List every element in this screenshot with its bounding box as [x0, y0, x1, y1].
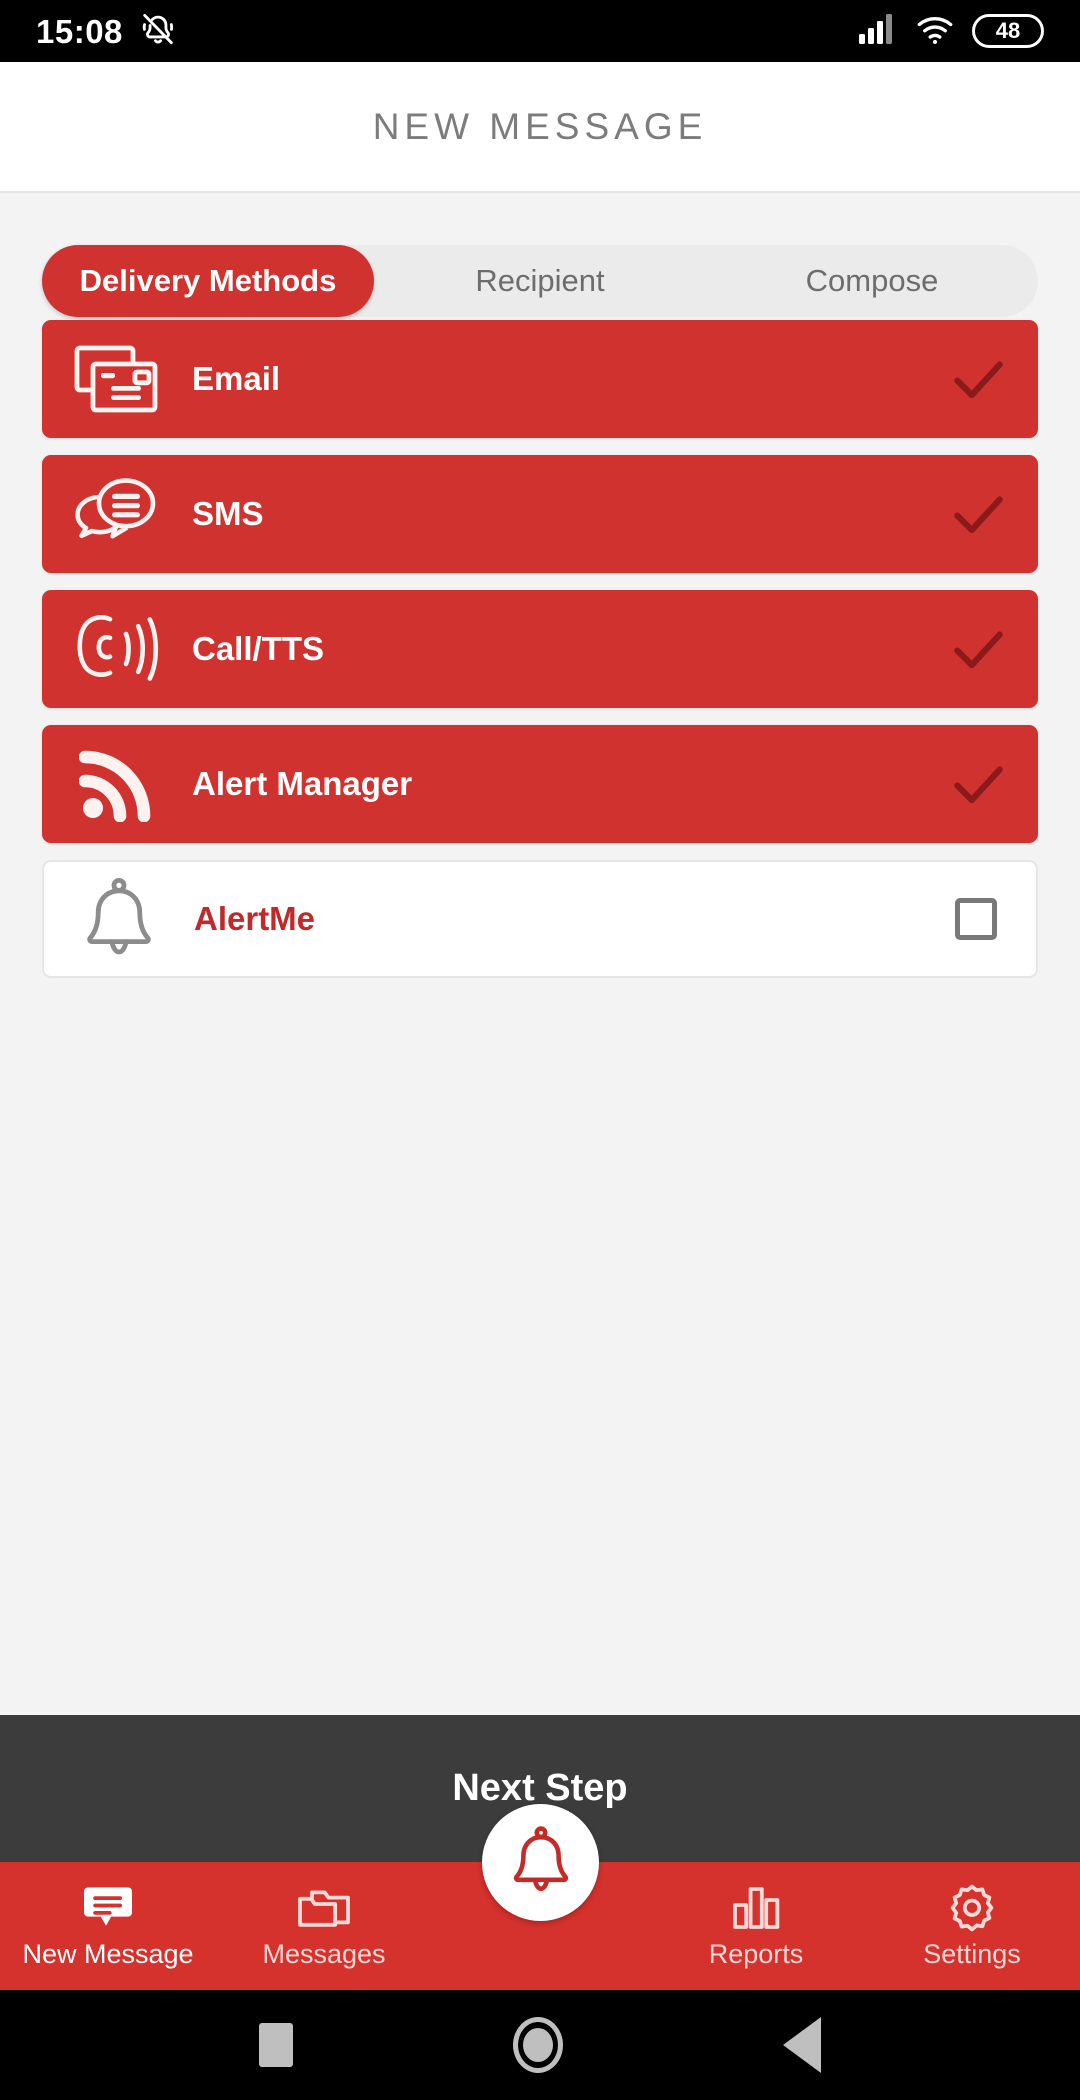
nav-label: Messages: [262, 1938, 386, 1969]
check-icon: [918, 753, 1038, 815]
delivery-method-label: Alert Manager: [192, 765, 413, 802]
nav-item-messages[interactable]: Messages: [216, 1862, 432, 1990]
bar-chart-icon: [731, 1883, 781, 1933]
check-icon: [918, 483, 1038, 545]
delivery-method-email[interactable]: Email: [42, 320, 1038, 438]
nav-label: Settings: [923, 1938, 1021, 1969]
app-screen: 15:08 48 NEW MESSAGE Delivery Methods Re…: [0, 0, 1080, 2100]
square-icon[interactable]: [259, 2023, 293, 2067]
delivery-method-label: SMS: [192, 495, 264, 532]
circle-icon[interactable]: [513, 2017, 563, 2073]
delivery-methods-list: Email SMS Call/TTS Alert Manager AlertMe: [42, 320, 1038, 995]
battery-level-label: 48: [995, 18, 1021, 43]
app-header: NEW MESSAGE: [0, 62, 1080, 193]
delivery-method-label: AlertMe: [194, 900, 316, 937]
phone-waves-icon: [42, 611, 192, 687]
delivery-method-alert-manager[interactable]: Alert Manager: [42, 725, 1038, 843]
page-body: Delivery Methods Recipient Compose Email…: [0, 193, 1080, 1715]
status-bar-right: 48: [858, 13, 1044, 50]
bell-icon: [44, 878, 194, 960]
broadcast-rss-icon: [42, 746, 192, 822]
page-title: NEW MESSAGE: [372, 105, 708, 147]
nav-label: Reports: [708, 1938, 804, 1969]
bottom-navigation: New Message Messages Reports Settings: [0, 1804, 1080, 1990]
cellular-signal-icon: [858, 13, 898, 50]
alert-fab-button[interactable]: [482, 1804, 599, 1921]
mail-cards-icon: [42, 344, 192, 414]
chat-bubble-icon: [82, 1883, 134, 1933]
bell-icon: [509, 1826, 573, 1899]
triangle-back-icon[interactable]: [783, 2017, 821, 2073]
delivery-method-call-tts[interactable]: Call/TTS: [42, 590, 1038, 708]
checkbox-unchecked[interactable]: [916, 898, 1036, 940]
tab-recipient[interactable]: Recipient: [374, 245, 706, 317]
battery-indicator: 48: [972, 14, 1044, 48]
wifi-icon: [915, 13, 955, 50]
nav-label: New Message: [22, 1938, 194, 1969]
checkbox-square-icon: [955, 898, 997, 940]
delivery-method-alertme[interactable]: AlertMe: [42, 860, 1038, 978]
delivery-method-sms[interactable]: SMS: [42, 455, 1038, 573]
android-navigation-bar: [0, 1990, 1080, 2100]
delivery-method-label: Email: [192, 360, 281, 397]
nav-item-settings[interactable]: Settings: [864, 1862, 1080, 1990]
status-bar-clock: 15:08: [36, 12, 123, 50]
tab-compose[interactable]: Compose: [706, 245, 1038, 317]
folders-icon: [296, 1883, 352, 1933]
status-bar-left: 15:08: [36, 10, 177, 53]
nav-item-new-message[interactable]: New Message: [0, 1862, 216, 1990]
bell-slash-icon: [139, 10, 177, 53]
nav-item-reports[interactable]: Reports: [648, 1862, 864, 1990]
tab-delivery-methods[interactable]: Delivery Methods: [42, 245, 374, 317]
gear-icon: [946, 1883, 998, 1933]
chat-bubbles-icon: [42, 475, 192, 553]
check-icon: [918, 618, 1038, 680]
check-icon: [918, 348, 1038, 410]
delivery-method-label: Call/TTS: [192, 630, 325, 667]
wizard-tabbar: Delivery Methods Recipient Compose: [42, 245, 1038, 317]
status-bar: 15:08 48: [0, 0, 1080, 62]
